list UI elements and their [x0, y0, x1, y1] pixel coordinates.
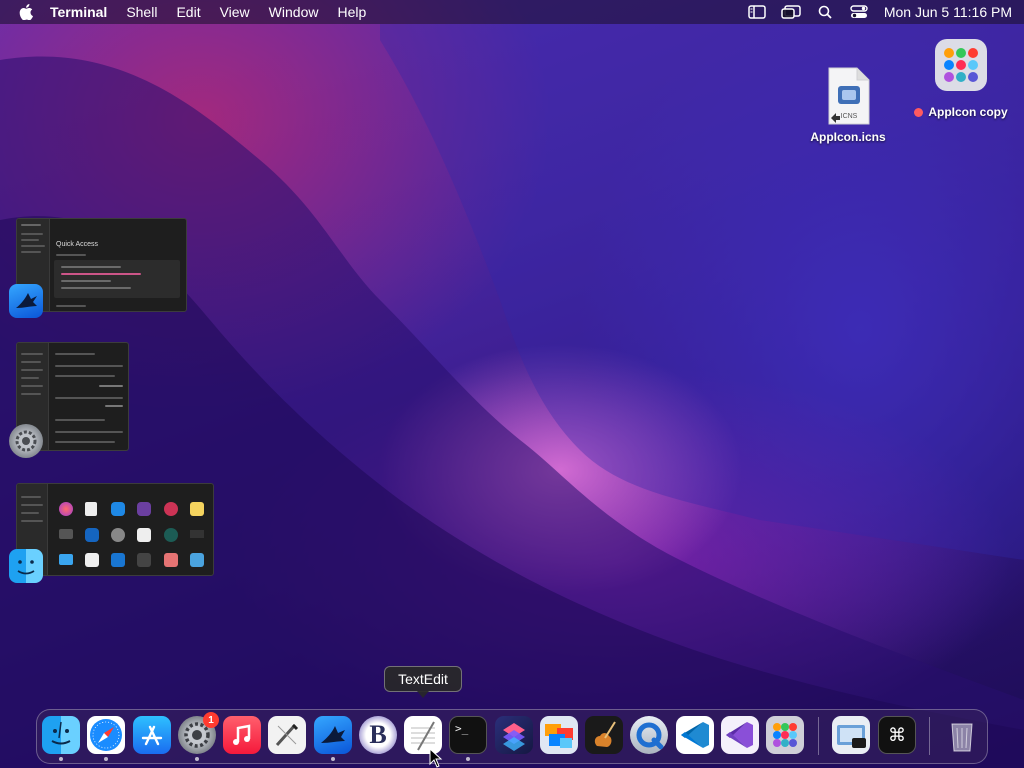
- menu-shell[interactable]: Shell: [126, 4, 157, 20]
- running-indicator: [104, 757, 108, 761]
- notification-badge: 1: [203, 712, 219, 728]
- quicktime-icon[interactable]: [630, 716, 668, 754]
- terminal-icon[interactable]: >_: [449, 716, 487, 754]
- bbedit-icon[interactable]: B: [359, 716, 397, 754]
- menu-clock[interactable]: Mon Jun 5 11:16 PM: [884, 4, 1012, 20]
- terminal-prompt-glyph: >_: [455, 722, 469, 735]
- running-indicator: [466, 757, 470, 761]
- photos-folder-icon[interactable]: [540, 716, 578, 754]
- finder-icon[interactable]: [42, 716, 80, 754]
- finder-face-icon: [9, 549, 43, 583]
- script-editor-icon[interactable]: [268, 716, 306, 754]
- desktop-file-label-text: AppIcon copy: [928, 105, 1008, 119]
- thumbnail-title: Quick Access: [56, 241, 99, 248]
- screen-mirroring-icon[interactable]: [780, 3, 802, 21]
- keyboard-shortcut-icon[interactable]: ⌘: [878, 716, 916, 754]
- desktop-file-label: AppIcon copy: [914, 105, 1008, 119]
- preview-icon[interactable]: [832, 716, 870, 754]
- running-indicator: [195, 757, 199, 761]
- app-store-icon[interactable]: [133, 716, 171, 754]
- menu-help[interactable]: Help: [337, 4, 366, 20]
- dock-separator: [818, 717, 819, 755]
- desktop-file-appicon-copy[interactable]: AppIcon copy: [906, 38, 1016, 119]
- apple-menu-icon[interactable]: [12, 4, 40, 20]
- spotlight-search-icon[interactable]: [814, 3, 836, 21]
- command-glyph: ⌘: [888, 724, 906, 746]
- dock-separator: [929, 717, 930, 755]
- visual-studio-icon[interactable]: [721, 716, 759, 754]
- sidebar-list-icon[interactable]: [746, 3, 768, 21]
- red-tag-icon: [914, 107, 924, 117]
- window-thumbnail-finder[interactable]: [16, 483, 214, 576]
- desktop-file-label: AppIcon.icns: [810, 130, 886, 144]
- launchpad-grid-file-icon: [935, 39, 987, 91]
- instruments-icon[interactable]: [585, 716, 623, 754]
- system-settings-gear-icon: [9, 424, 43, 458]
- running-indicator: [331, 757, 335, 761]
- swift-bird-app-icon: [9, 284, 43, 318]
- swift-bird-icon[interactable]: [314, 716, 352, 754]
- menu-window[interactable]: Window: [269, 4, 319, 20]
- control-center-icon[interactable]: [848, 3, 870, 21]
- vscode-icon[interactable]: [676, 716, 714, 754]
- menu-app-name[interactable]: Terminal: [50, 4, 107, 20]
- launchpad-icon[interactable]: [766, 716, 804, 754]
- dock-tooltip: TextEdit: [384, 666, 462, 692]
- bbedit-glyph: B: [369, 720, 387, 749]
- trash-icon[interactable]: [943, 716, 981, 754]
- mouse-cursor-icon: [429, 748, 443, 768]
- shortcuts-icon[interactable]: [495, 716, 533, 754]
- music-icon[interactable]: [223, 716, 261, 754]
- menu-bar: Terminal Shell Edit View Window Help Mon…: [0, 0, 1024, 24]
- tooltip-arrow: [417, 691, 429, 698]
- icns-badge: ICNS: [841, 113, 858, 120]
- menu-view[interactable]: View: [220, 4, 250, 20]
- menu-edit[interactable]: Edit: [176, 4, 200, 20]
- desktop-file-appicon-icns[interactable]: ICNS AppIcon.icns: [806, 66, 890, 144]
- safari-icon[interactable]: [87, 716, 125, 754]
- icns-file-icon: ICNS: [828, 67, 870, 125]
- running-indicator: [59, 757, 63, 761]
